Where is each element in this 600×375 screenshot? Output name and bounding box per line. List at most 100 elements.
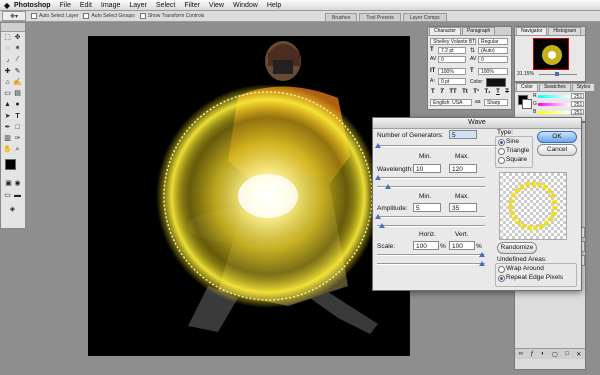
wrap-around-radio[interactable] (498, 266, 505, 273)
auto-select-layer-checkbox[interactable] (31, 13, 37, 19)
dodge-tool-icon[interactable]: ● (13, 100, 22, 109)
notes-tool-icon[interactable]: ▥ (3, 134, 12, 143)
small-caps-button[interactable]: Tt (462, 89, 468, 97)
baseline-shift-field[interactable]: 0 pt (438, 78, 466, 85)
kerning-field[interactable]: 0 (438, 56, 466, 63)
shape-tool-icon[interactable]: □ (13, 123, 22, 132)
jump-to-imageready-icon[interactable]: ◈ (8, 205, 17, 214)
menu-help[interactable]: Help (267, 2, 281, 9)
navigator-zoom-value[interactable]: 31.15% (517, 71, 534, 77)
antialias-field[interactable]: Sharp (484, 99, 508, 106)
blur-tool-icon[interactable]: ▲ (3, 100, 12, 109)
tab-navigator[interactable]: Navigator (516, 27, 548, 35)
eyedropper-tool-icon[interactable]: ✑ (13, 134, 22, 143)
channel-g-slider[interactable] (538, 103, 570, 106)
superscript-button[interactable]: T¹ (473, 89, 479, 97)
scale-horiz-slider-track[interactable] (377, 254, 485, 256)
amplitude-min-slider-track[interactable] (377, 216, 485, 218)
underline-button[interactable]: T (496, 89, 500, 97)
standard-mode-icon[interactable]: ▣ (4, 179, 13, 188)
channel-r-slider[interactable] (538, 95, 570, 98)
generators-field[interactable]: 5 (449, 130, 477, 139)
randomize-button[interactable]: Randomize (497, 242, 537, 254)
type-triangle-radio[interactable] (498, 148, 505, 155)
lasso-tool-icon[interactable]: ◌ (3, 44, 12, 53)
tracking-field[interactable]: 0 (478, 56, 508, 63)
new-group-icon[interactable]: ▢ (552, 351, 558, 358)
amplitude-min-slider-knob[interactable] (375, 214, 381, 219)
wavelength-min-slider-track[interactable] (377, 177, 485, 179)
channel-g-value[interactable]: 251 (571, 101, 584, 107)
auto-select-groups-checkbox[interactable] (83, 13, 90, 19)
type-square-radio[interactable] (498, 157, 505, 164)
scale-vert-field[interactable]: 100 (449, 241, 475, 250)
gradient-tool-icon[interactable]: ▤ (13, 89, 22, 98)
strikethrough-button[interactable]: T (505, 89, 509, 97)
navigator-zoom-knob[interactable] (555, 72, 559, 76)
crop-tool-icon[interactable]: ⌟ (3, 55, 12, 64)
type-square-label[interactable]: Square (506, 156, 527, 163)
channel-r-value[interactable]: 251 (571, 93, 584, 99)
pen-tool-icon[interactable]: ✒ (3, 123, 12, 132)
menu-select[interactable]: Select (156, 2, 175, 9)
faux-bold-button[interactable]: T (431, 89, 435, 97)
screen-mode-standard-icon[interactable]: ▭ (3, 191, 12, 200)
faux-italic-button[interactable]: T (440, 89, 444, 97)
history-brush-tool-icon[interactable]: ✍ (13, 78, 22, 87)
amplitude-max-slider-track[interactable] (377, 225, 485, 227)
move-tool-preset-picker[interactable]: ✥▾ (2, 11, 26, 21)
menu-app-name[interactable]: Photoshop (14, 2, 51, 9)
tab-histogram[interactable]: Histogram (548, 27, 582, 35)
apple-icon[interactable]: ◆ (0, 1, 14, 10)
generators-slider-knob[interactable] (375, 143, 381, 148)
new-layer-icon[interactable]: □ (565, 351, 569, 357)
type-tool-icon[interactable]: T (13, 112, 22, 121)
tab-layer-comps[interactable]: Layer Comps (402, 13, 447, 21)
wrap-around-label[interactable]: Wrap Around (506, 265, 544, 272)
navigator-thumbnail[interactable] (533, 38, 569, 70)
scale-horiz-slider-knob[interactable] (479, 252, 485, 257)
amplitude-max-field[interactable]: 35 (449, 203, 477, 212)
channel-b-value[interactable]: 251 (571, 109, 584, 115)
vertical-scale-field[interactable]: 100% (438, 68, 466, 75)
eraser-tool-icon[interactable]: ▭ (3, 89, 12, 98)
repeat-edge-pixels-radio[interactable] (498, 275, 505, 282)
move-tool-icon[interactable]: ✥ (13, 33, 22, 42)
path-selection-tool-icon[interactable]: ➤ (3, 112, 12, 121)
tab-swatches[interactable]: Swatches (538, 83, 571, 91)
layer-style-icon[interactable]: ƒ (530, 351, 533, 357)
tab-brushes[interactable]: Brushes (325, 13, 358, 21)
all-caps-button[interactable]: TT (449, 89, 456, 97)
quick-mask-mode-icon[interactable]: ◉ (13, 179, 22, 188)
healing-brush-tool-icon[interactable]: ✚ (3, 67, 12, 76)
leading-field[interactable]: (Auto) (478, 47, 508, 54)
tab-tool-presets[interactable]: Tool Presets (359, 13, 401, 21)
wavelength-max-slider-knob[interactable] (385, 184, 391, 189)
tab-character[interactable]: Character (429, 27, 461, 35)
slice-tool-icon[interactable]: ∕ (13, 55, 22, 64)
repeat-edge-pixels-label[interactable]: Repeat Edge Pixels (506, 274, 563, 281)
text-color-swatch[interactable] (486, 78, 506, 87)
layer-mask-icon[interactable]: ◐ (541, 351, 545, 357)
tab-color[interactable]: Color (516, 83, 538, 91)
channel-b-slider[interactable] (538, 111, 570, 114)
scale-horiz-field[interactable]: 100 (413, 241, 439, 250)
wavelength-min-field[interactable]: 10 (413, 164, 441, 173)
horizontal-scale-field[interactable]: 100% (478, 68, 508, 75)
scale-vert-slider-track[interactable] (377, 263, 485, 265)
hand-tool-icon[interactable]: ✋ (3, 145, 12, 154)
scale-vert-slider-knob[interactable] (479, 261, 485, 266)
subscript-button[interactable]: T₁ (484, 89, 490, 97)
link-layers-icon[interactable]: ∞ (519, 351, 523, 357)
magic-wand-tool-icon[interactable]: ✶ (13, 44, 22, 53)
marquee-tool-icon[interactable]: ⬚ (3, 33, 12, 42)
font-size-field[interactable]: 7.2 pt (438, 47, 466, 54)
cancel-button[interactable]: Cancel (537, 144, 577, 156)
screen-mode-full-icon[interactable]: ▬ (13, 191, 22, 200)
trash-icon[interactable]: ✕ (576, 351, 581, 358)
brush-tool-icon[interactable]: ✎ (13, 67, 22, 76)
wavelength-max-field[interactable]: 120 (449, 164, 477, 173)
wave-preview[interactable] (499, 172, 567, 240)
document-canvas[interactable] (88, 36, 410, 356)
amplitude-max-slider-knob[interactable] (379, 223, 385, 228)
